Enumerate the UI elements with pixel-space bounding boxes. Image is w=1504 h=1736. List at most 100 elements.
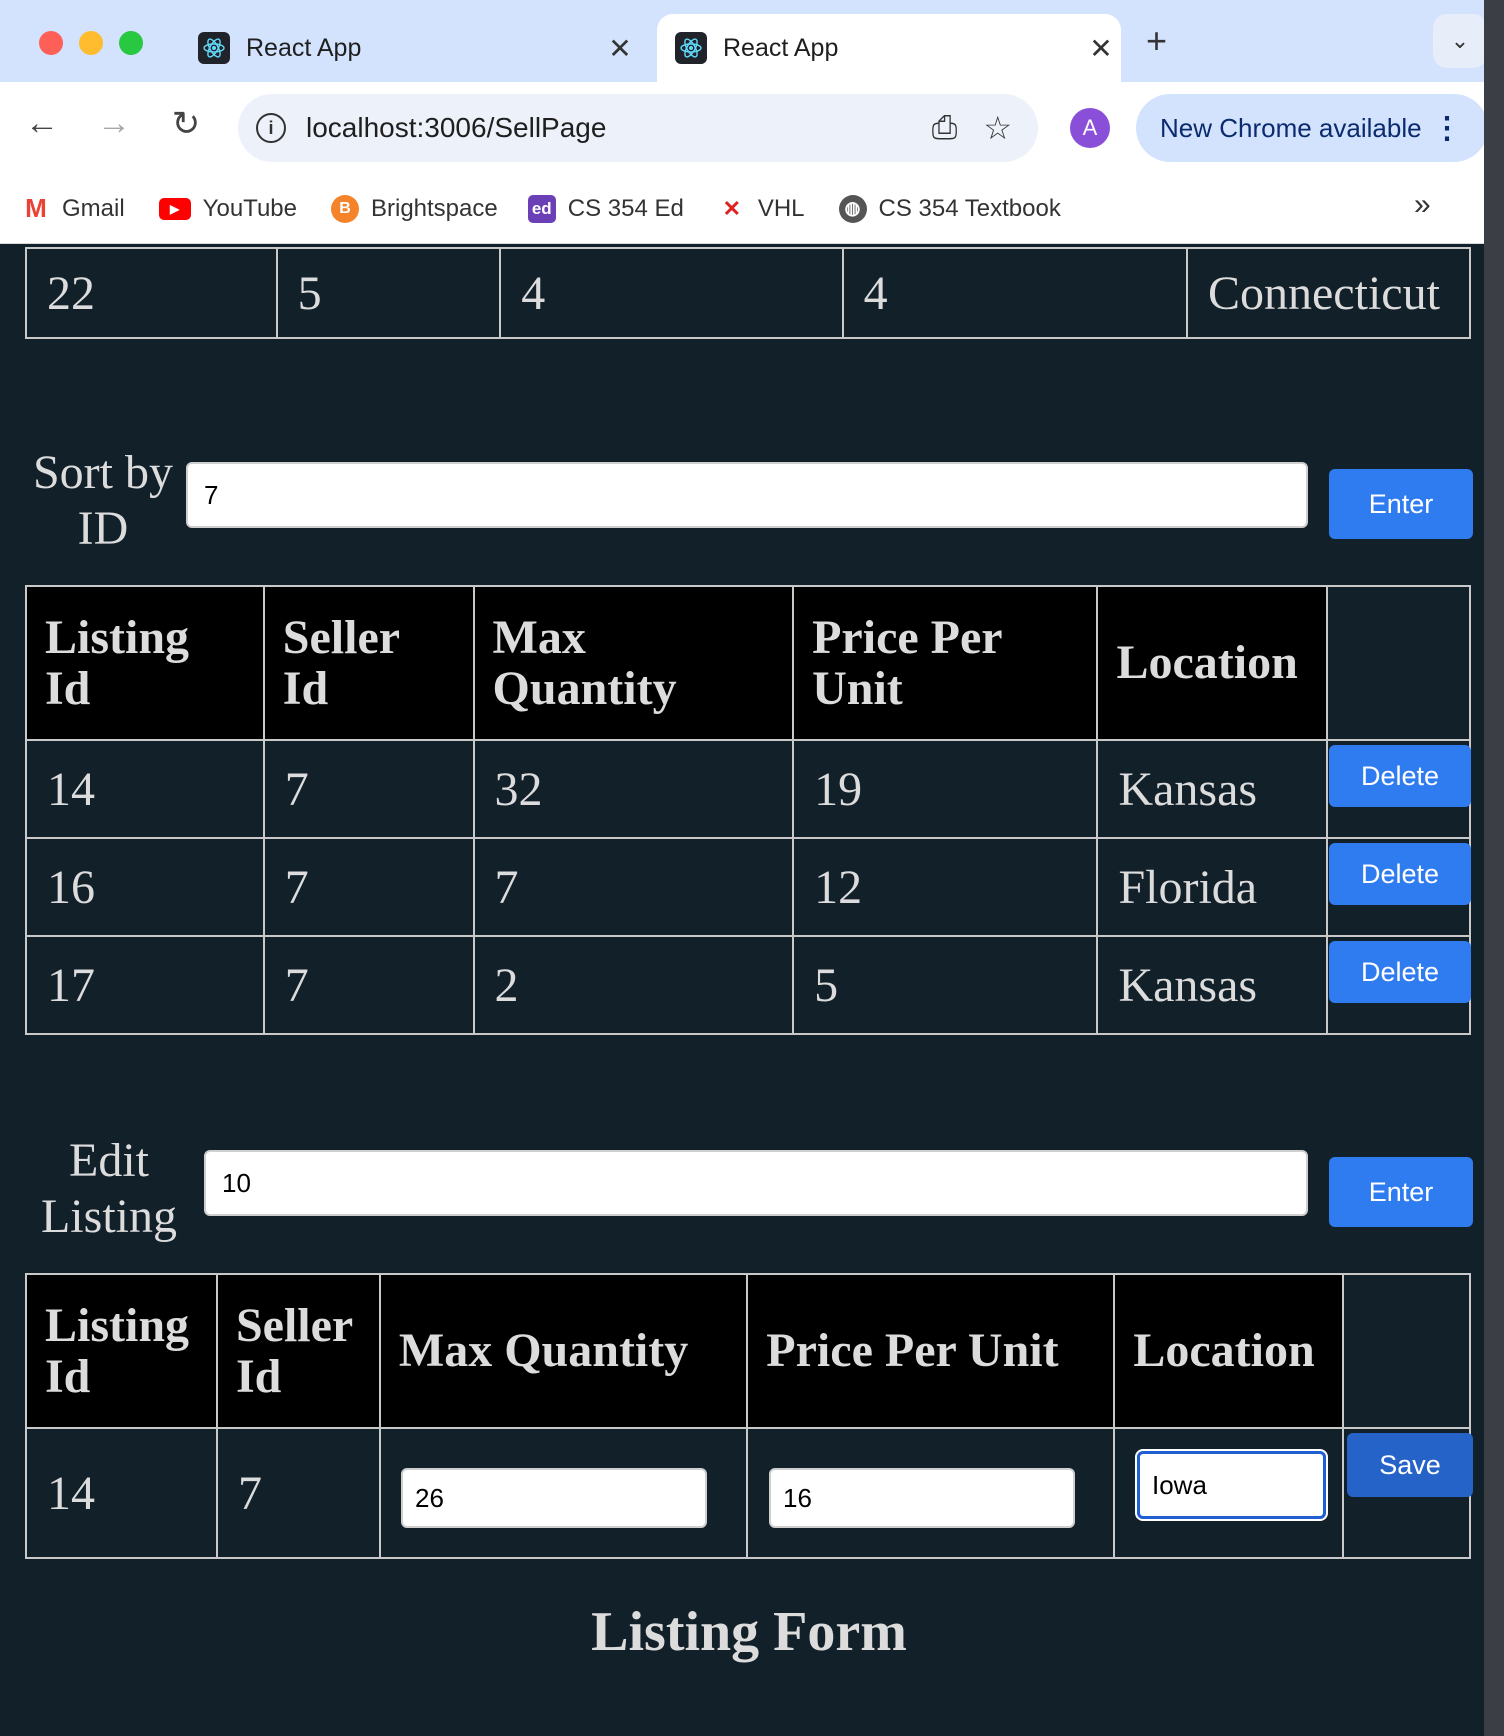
save-button[interactable]: Save <box>1347 1433 1473 1497</box>
bookmark-cs354-ed[interactable]: ed CS 354 Ed <box>527 194 684 223</box>
globe-icon: ◍ <box>838 194 867 223</box>
header-actions <box>1342 1273 1471 1429</box>
table-cell: 4 <box>499 247 844 339</box>
install-app-icon[interactable]: ⎙ <box>932 109 958 147</box>
tab-react-app-2[interactable]: React App ✕ <box>657 14 1121 82</box>
bookmark-gmail[interactable]: M Gmail <box>22 193 125 223</box>
gmail-icon: M <box>25 193 47 223</box>
cell-listing-id: 16 <box>25 837 265 937</box>
edit-label-line: Edit <box>69 1134 149 1187</box>
brightspace-icon: B <box>330 194 359 223</box>
reload-icon[interactable]: ↻ <box>164 104 208 144</box>
cell-price: 5 <box>792 935 1099 1035</box>
table-header-row: Listing Id Seller Id Max Quantity Price Pe… <box>25 1273 1471 1429</box>
edit-enter-button[interactable]: Enter <box>1329 1157 1473 1227</box>
sell-page: 22 5 4 4 Connecticut Sort by ID 7 Enter … <box>14 245 1484 1736</box>
sort-label-line: Sort by <box>32 446 173 499</box>
zoom-window-button[interactable] <box>119 31 143 55</box>
table-cell: Connecticut <box>1185 247 1472 339</box>
cell-listing-id: 17 <box>25 935 265 1035</box>
chevron-down-icon[interactable]: ⌄ <box>1433 14 1487 68</box>
bookmark-brightspace[interactable]: B Brightspace <box>330 194 498 223</box>
header-listing-id: Listing Id <box>25 1273 218 1429</box>
cell-seller-id: 7 <box>262 739 475 839</box>
url-text[interactable]: localhost:3006/SellPage <box>306 112 932 144</box>
tab-strip: React App ✕ React App ✕ + ⌄ <box>0 0 1487 82</box>
cell-price: 12 <box>792 837 1099 937</box>
table-cell: 4 <box>841 247 1188 339</box>
cell-location: Kansas <box>1096 739 1329 839</box>
forward-arrow-icon[interactable]: → <box>92 104 136 143</box>
bookmarks-bar: M Gmail ▶ YouTube B Brightspace ed CS 35… <box>0 174 1484 244</box>
header-location: Location <box>1096 585 1329 741</box>
bookmark-label: Brightspace <box>370 194 498 222</box>
bookmark-cs354-textbook[interactable]: ◍ CS 354 Textbook <box>838 194 1061 223</box>
bookmark-youtube[interactable]: ▶ YouTube <box>158 194 297 223</box>
edit-listing-input[interactable]: 10 <box>204 1150 1308 1216</box>
edit-label: Edit Listing <box>34 1133 184 1245</box>
site-info-icon[interactable]: i <box>256 113 286 143</box>
header-price-per-unit: Price Per Unit <box>746 1273 1116 1429</box>
cell-listing-id: 14 <box>25 739 265 839</box>
delete-button-listing-17[interactable]: Delete <box>1329 941 1471 1003</box>
update-chrome-button[interactable]: New Chrome available ⋮ <box>1136 94 1488 162</box>
price-per-unit-input[interactable]: 16 <box>769 1468 1075 1528</box>
header-location: Location <box>1113 1273 1345 1429</box>
table-header-row: Listing Id Seller Id Max Quantity Price Per… <box>25 585 1471 741</box>
header-listing-id: Listing Id <box>25 585 265 741</box>
address-bar[interactable]: i localhost:3006/SellPage ⎙ ☆ <box>238 94 1038 162</box>
close-window-button[interactable] <box>39 31 63 55</box>
header-max-quantity: Max Quantity <box>378 1273 749 1429</box>
more-vert-icon[interactable]: ⋮ <box>1432 111 1462 146</box>
cell-max-quantity: 32 <box>472 739 795 839</box>
table-cell: 22 <box>25 247 278 339</box>
cell-seller-id: 7 <box>262 935 475 1035</box>
table-row: 17 7 2 5 Kansas <box>25 935 1471 1035</box>
bookmark-star-icon[interactable]: ☆ <box>983 109 1012 147</box>
close-icon[interactable]: ✕ <box>1081 32 1121 65</box>
bookmark-label: VHL <box>757 194 805 222</box>
tab-react-app-1[interactable]: React App ✕ <box>180 14 640 82</box>
bookmark-vhl[interactable]: ✕ VHL <box>718 195 805 223</box>
browser-window: React App ✕ React App ✕ + ⌄ ← → ↻ i loca… <box>0 0 1504 1736</box>
sort-label: Sort by ID <box>28 445 178 557</box>
ed-icon: ed <box>527 194 556 223</box>
back-arrow-icon[interactable]: ← <box>20 104 64 143</box>
cell-max-quantity: 7 <box>472 837 795 937</box>
bookmark-label: YouTube <box>202 194 297 222</box>
tab-title: React App <box>723 33 839 62</box>
cell-location: Florida <box>1096 837 1329 937</box>
bookmark-label: CS 354 Textbook <box>878 194 1061 222</box>
location-input[interactable]: Iowa <box>1137 1451 1326 1519</box>
listing-form-title: Listing Form <box>591 1601 907 1663</box>
header-seller-id: Seller Id <box>262 585 475 741</box>
tab-title: React App <box>246 33 362 62</box>
delete-button-listing-14[interactable]: Delete <box>1329 745 1471 807</box>
profile-avatar[interactable]: A <box>1070 108 1110 148</box>
table-row: 16 7 7 12 Florida <box>25 837 1471 937</box>
minimize-window-button[interactable] <box>79 31 103 55</box>
cell-price: 19 <box>792 739 1099 839</box>
edit-label-line: Listing <box>40 1190 177 1243</box>
sort-enter-button[interactable]: Enter <box>1329 469 1473 539</box>
new-tab-plus-icon[interactable]: + <box>1146 20 1167 62</box>
table-row: 14 7 32 19 Kansas <box>25 739 1471 839</box>
cell-listing-id: 14 <box>25 1427 218 1559</box>
sort-id-input[interactable]: 7 <box>186 462 1308 528</box>
double-chevron-right-icon[interactable]: » <box>1414 188 1431 222</box>
table-cell: 5 <box>275 247 502 339</box>
listing-table: Listing Id Seller Id Max Quantity Price Per… <box>25 585 1471 1035</box>
header-price-per-unit: Price Per Unit <box>792 585 1099 741</box>
browser-toolbar: ← → ↻ i localhost:3006/SellPage ⎙ ☆ A Ne… <box>0 82 1488 174</box>
update-label: New Chrome available <box>1160 112 1422 143</box>
cell-seller-id: 7 <box>262 837 475 937</box>
cell-location: Kansas <box>1096 935 1329 1035</box>
delete-button-listing-16[interactable]: Delete <box>1329 843 1471 905</box>
max-quantity-input[interactable]: 26 <box>401 1468 707 1528</box>
cell-max-quantity: 2 <box>472 935 795 1035</box>
previous-listings-table: 22 5 4 4 Connecticut <box>25 247 1472 339</box>
header-actions <box>1326 585 1471 741</box>
sort-label-line: ID <box>77 502 129 555</box>
react-icon <box>675 32 707 64</box>
close-icon[interactable]: ✕ <box>600 32 640 65</box>
